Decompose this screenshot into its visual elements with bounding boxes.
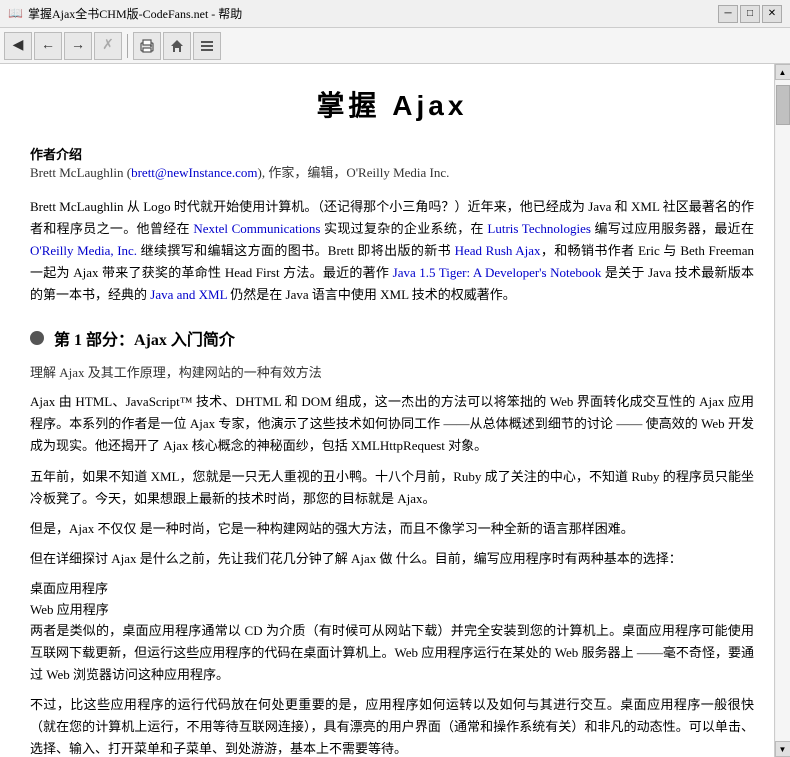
- maximize-button[interactable]: □: [740, 5, 760, 23]
- app-icon: 📖: [8, 6, 23, 21]
- section1-para1: Ajax 由 HTML、JavaScript™ 技术、DHTML 和 DOM 组…: [30, 391, 754, 457]
- page-title: 掌握 Ajax: [30, 84, 754, 124]
- scrollbar-track[interactable]: [776, 80, 790, 741]
- close-button[interactable]: ✕: [762, 5, 782, 23]
- toolbar-separator-1: [127, 34, 128, 58]
- section1-subtitle: 理解 Ajax 及其工作原理，构建网站的一种有效方法: [30, 362, 754, 381]
- author-section: 作者介绍 Brett McLaughlin (brett@newInstance…: [30, 144, 754, 184]
- next-button[interactable]: →: [64, 32, 92, 60]
- author-label: 作者介绍: [30, 144, 754, 163]
- stop-button[interactable]: ✗: [94, 32, 122, 60]
- print-icon: [139, 38, 155, 54]
- author-line1: Brett McLaughlin (brett@newInstance.com)…: [30, 163, 754, 184]
- title-bar-text: 掌握Ajax全书CHM版-CodeFans.net - 帮助: [28, 5, 718, 22]
- section1-para3: 但是，Ajax 不仅仅 是一种时尚，它是一种构建网站的强大方法，而且不像学习一种…: [30, 518, 754, 540]
- toolbar: ◀ ← → ✗: [0, 28, 790, 64]
- section1-list-item2: Web 应用程序: [30, 599, 754, 618]
- section1-para6: 不过，比这些应用程序的运行代码放在何处更重要的是，应用程序如何运转以及如何与其进…: [30, 694, 754, 757]
- prev-button[interactable]: ←: [34, 32, 62, 60]
- section1-para4: 但在详细探讨 Ajax 是什么之前，先让我们花几分钟了解 Ajax 做 什么。目…: [30, 548, 754, 570]
- head-first-text: Head First: [225, 265, 280, 280]
- options-icon: [199, 38, 215, 54]
- title-bar: 📖 掌握Ajax全书CHM版-CodeFans.net - 帮助 ─ □ ✕: [0, 0, 790, 28]
- author-company: ), 作家，编辑，O'Reilly Media Inc.: [258, 165, 450, 180]
- author-name: Brett McLaughlin (: [30, 165, 131, 180]
- author-bio: Brett McLaughlin 从 Logo 时代就开始使用计算机。（还记得那…: [30, 196, 754, 306]
- section1-heading: 第 1 部分：Ajax 入门简介: [30, 326, 754, 350]
- options-button[interactable]: [193, 32, 221, 60]
- section1-list-item1: 桌面应用程序: [30, 578, 754, 597]
- section1-para5: 两者是类似的，桌面应用程序通常以 CD 为介质（有时候可从网站下载）并完全安装到…: [30, 620, 754, 686]
- section1-heading-text: 第 1 部分：Ajax 入门简介: [54, 326, 235, 350]
- author-email[interactable]: brett@newInstance.com: [131, 165, 257, 180]
- scroll-up-button[interactable]: ▲: [775, 64, 790, 80]
- home-button[interactable]: [163, 32, 191, 60]
- main-content[interactable]: 掌握 Ajax 作者介绍 Brett McLaughlin (brett@new…: [0, 64, 774, 757]
- scrollbar[interactable]: ▲ ▼: [774, 64, 790, 757]
- title-bar-buttons[interactable]: ─ □ ✕: [718, 5, 782, 23]
- scrollbar-thumb[interactable]: [776, 85, 790, 125]
- home-icon: [169, 38, 185, 54]
- content-area: 掌握 Ajax 作者介绍 Brett McLaughlin (brett@new…: [0, 64, 790, 757]
- minimize-button[interactable]: ─: [718, 5, 738, 23]
- back-button[interactable]: ◀: [4, 32, 32, 60]
- section1-para2: 五年前，如果不知道 XML，您就是一只无人重视的丑小鸭。十八个月前，Ruby 成…: [30, 466, 754, 510]
- print-button[interactable]: [133, 32, 161, 60]
- scroll-down-button[interactable]: ▼: [775, 741, 790, 757]
- section-bullet: [30, 331, 44, 345]
